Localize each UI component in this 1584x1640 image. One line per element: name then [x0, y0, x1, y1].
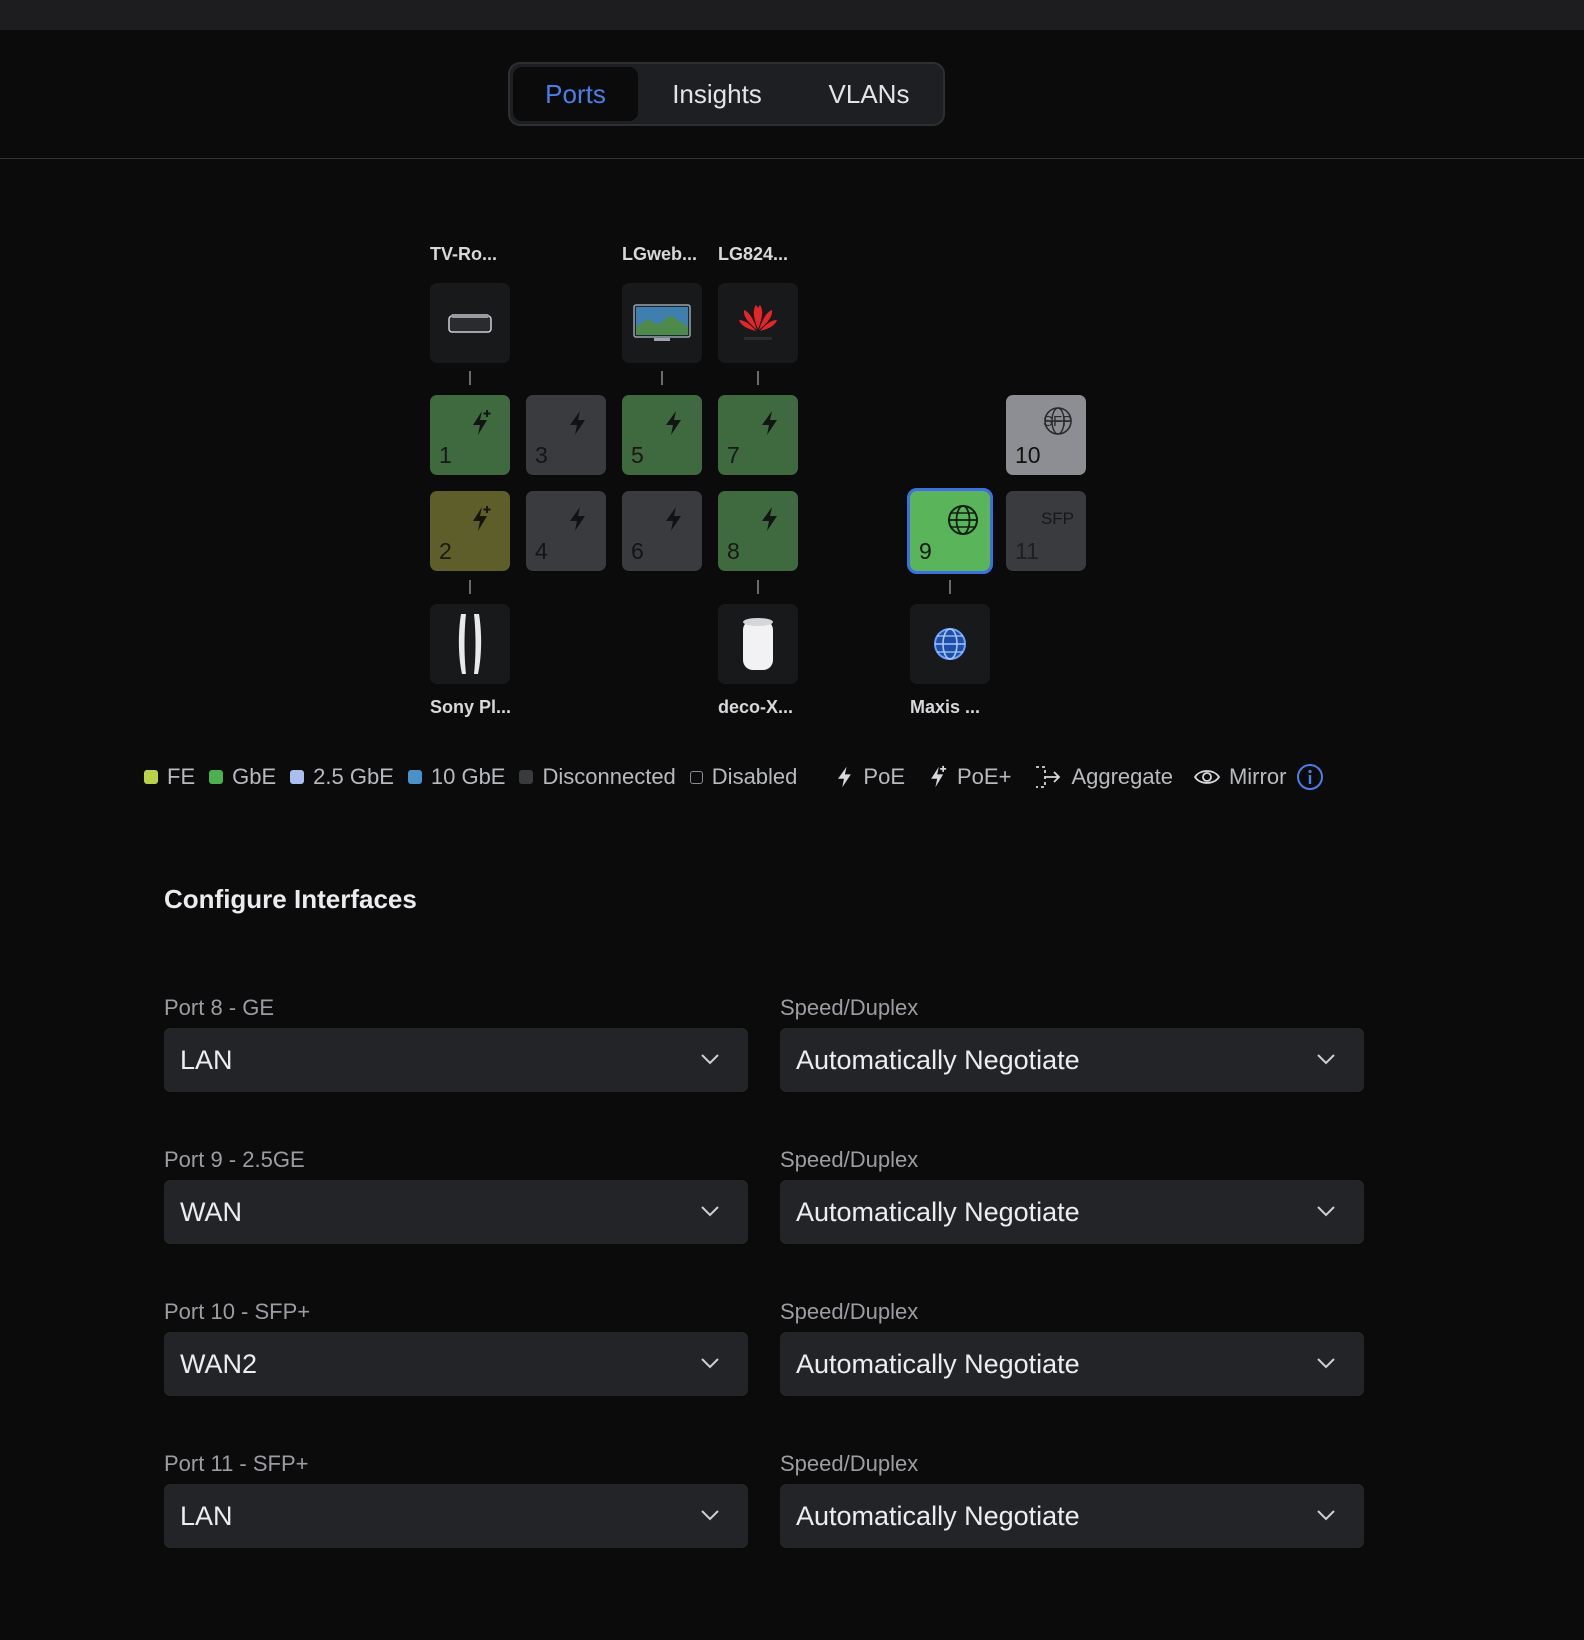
legend-poe: PoE	[833, 764, 905, 790]
network-select-port-8[interactable]: LAN	[164, 1028, 748, 1092]
bolt-icon	[838, 766, 852, 788]
chevron-down-icon	[1317, 1510, 1335, 1521]
swatch	[407, 770, 422, 784]
eye-icon	[1193, 770, 1221, 784]
port-label: Port 9 - 2.5GE	[164, 1147, 305, 1172]
globe-icon	[948, 505, 978, 535]
device-lg824[interactable]	[718, 283, 798, 363]
sfp-label: SFP	[1043, 413, 1073, 430]
device-label-maxis: Maxis ...	[910, 697, 981, 717]
speed-label: Speed/Duplex	[780, 1299, 919, 1324]
apple-tv-icon	[448, 314, 492, 333]
legend-2-5gbe: 2.5 GbE	[290, 764, 394, 790]
speed-select-port-9[interactable]: Automatically Negotiate	[780, 1180, 1364, 1244]
chevron-down-icon	[701, 1358, 719, 1369]
device-maxis[interactable]	[910, 604, 990, 684]
link-line	[757, 371, 759, 385]
chevron-down-icon	[701, 1054, 719, 1065]
section-title: Configure Interfaces	[164, 884, 417, 914]
top-bar	[0, 0, 1584, 30]
tv-icon	[633, 304, 691, 341]
chevron-down-icon	[1317, 1206, 1335, 1217]
bolt-icon	[762, 411, 777, 435]
tab-vlans[interactable]: VLANs	[796, 67, 942, 121]
port-4[interactable]: 4	[526, 491, 606, 571]
swatch	[209, 770, 224, 784]
bolt-icon	[666, 411, 681, 435]
port-2[interactable]: 2	[430, 491, 510, 571]
device-label-tv-ro: TV-Ro...	[430, 244, 497, 264]
port-5[interactable]: 5	[622, 395, 702, 475]
tab-bar: Ports Insights VLANs	[508, 62, 945, 126]
info-icon[interactable]	[1296, 763, 1324, 791]
deco-router-icon	[743, 618, 773, 670]
chevron-down-icon	[701, 1510, 719, 1521]
swatch	[519, 770, 534, 784]
link-line	[469, 580, 471, 594]
swatch	[290, 770, 305, 784]
legend-mirror: Mirror	[1193, 764, 1286, 790]
port-1[interactable]: 1	[430, 395, 510, 475]
legend-gbe: GbE	[209, 764, 276, 790]
speed-label: Speed/Duplex	[780, 1451, 919, 1476]
device-tv-ro[interactable]	[430, 283, 510, 363]
tab-insights[interactable]: Insights	[642, 67, 792, 121]
bolt-icon	[570, 507, 585, 531]
device-sony-ps[interactable]	[430, 604, 510, 684]
link-line	[757, 580, 759, 594]
speed-select-port-11[interactable]: Automatically Negotiate	[780, 1484, 1364, 1548]
link-line	[949, 580, 951, 594]
bolt-plus-icon	[473, 410, 491, 435]
port-10[interactable]: SFP 10	[1006, 395, 1086, 475]
speed-select-port-10[interactable]: Automatically Negotiate	[780, 1332, 1364, 1396]
legend-10gbe: 10 GbE	[407, 764, 505, 790]
device-deco-x[interactable]	[718, 604, 798, 684]
port-7[interactable]: 7	[718, 395, 798, 475]
port-6[interactable]: 6	[622, 491, 702, 571]
swatch	[144, 770, 158, 784]
playstation-icon	[458, 614, 482, 674]
link-line	[661, 371, 663, 385]
port-8[interactable]: 8	[718, 491, 798, 571]
device-label-lg824: LG824...	[718, 244, 789, 264]
port-label: Port 8 - GE	[164, 995, 275, 1020]
speed-label: Speed/Duplex	[780, 995, 919, 1020]
speed-select-port-8[interactable]: Automatically Negotiate	[780, 1028, 1364, 1092]
port-label: Port 10 - SFP+	[164, 1299, 311, 1324]
link-line	[469, 371, 471, 385]
device-label-deco: deco-X...	[718, 697, 794, 717]
device-lgweb[interactable]	[622, 283, 702, 363]
legend-disabled: Disabled	[689, 764, 797, 790]
speed-label: Speed/Duplex	[780, 1147, 919, 1172]
network-select-port-11[interactable]: LAN	[164, 1484, 748, 1548]
port-legend: FE GbE 2.5 GbE 10 GbE Disconnected Disab…	[144, 762, 1324, 792]
swatch	[689, 770, 703, 784]
port-9[interactable]: 9	[907, 488, 993, 574]
legend-aggregate: Aggregate	[1033, 763, 1173, 791]
legend-disconnected: Disconnected	[519, 764, 676, 790]
chevron-down-icon	[701, 1206, 719, 1217]
network-select-port-10[interactable]: WAN2	[164, 1332, 748, 1396]
port-3[interactable]: 3	[526, 395, 606, 475]
legend-fe: FE	[144, 764, 195, 790]
tab-ports[interactable]: Ports	[513, 67, 638, 121]
device-label-sony: Sony Pl...	[430, 697, 512, 717]
legend-poe-plus: PoE+	[927, 764, 1011, 790]
bolt-icon	[570, 411, 585, 435]
sfp-label: SFP	[1040, 509, 1074, 528]
network-select-port-9[interactable]: WAN	[164, 1180, 748, 1244]
aggregate-icon	[1036, 766, 1061, 788]
bolt-icon	[666, 507, 681, 531]
globe-icon	[934, 628, 966, 660]
bolt-icon	[762, 507, 777, 531]
chevron-down-icon	[1317, 1054, 1335, 1065]
huawei-logo-icon	[739, 305, 777, 340]
port-label: Port 11 - SFP+	[164, 1451, 309, 1476]
header-divider	[0, 158, 1584, 159]
bolt-plus-icon	[473, 506, 491, 531]
chevron-down-icon	[1317, 1358, 1335, 1369]
bolt-plus-icon	[931, 765, 947, 788]
port-11[interactable]: SFP 11	[1006, 491, 1086, 571]
